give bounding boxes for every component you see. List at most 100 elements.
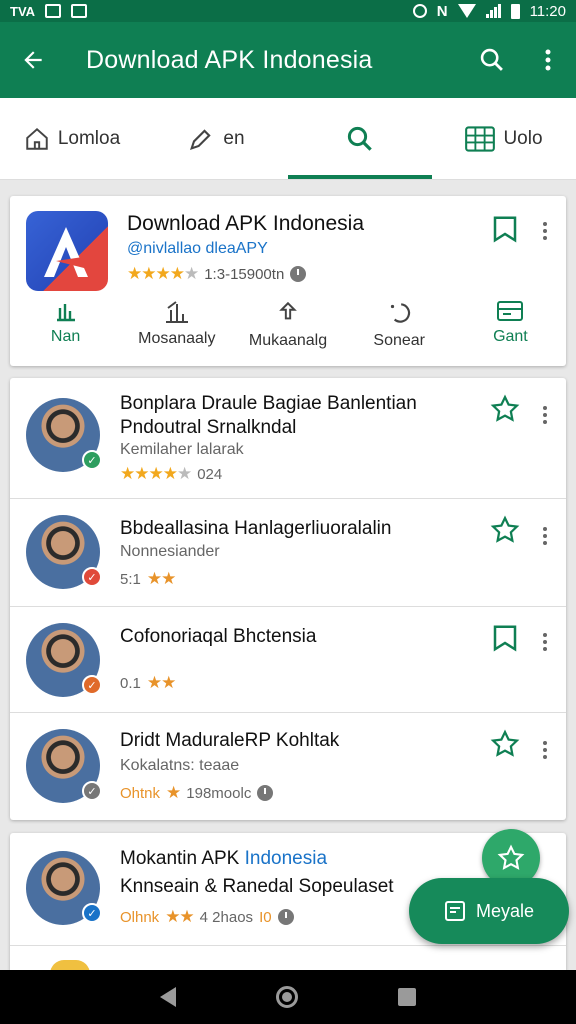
list-item-title: Cofonoriaqal Bhctensia bbox=[120, 626, 317, 647]
star-outline-icon bbox=[490, 394, 520, 422]
list-item-meta-text: 0.1 bbox=[120, 674, 141, 692]
action-gant[interactable]: Gant bbox=[455, 300, 566, 360]
app-list-card: ✓ Bonplara Draule Bagiae Banlentian Pndo… bbox=[10, 378, 566, 820]
avatar: ✓ bbox=[26, 729, 102, 803]
fab-label: Meyale bbox=[475, 900, 535, 921]
list-item-title-line2: Pndoutral Srnalkndal bbox=[120, 417, 297, 438]
favorite-button[interactable] bbox=[490, 515, 520, 550]
action-label: Mukaanalg bbox=[248, 332, 328, 349]
action-sonear[interactable]: Sonear bbox=[344, 300, 455, 360]
list-item[interactable]: ✓ Cofonoriaqal Bhctensia 0.1 ★★ bbox=[10, 607, 566, 713]
star-rating: ★★ bbox=[165, 907, 195, 926]
list-item-meta: Ohtnk ★ 198moolc bbox=[120, 783, 274, 803]
edit-icon bbox=[190, 128, 212, 150]
list-item-meta-text-3: I0 bbox=[259, 908, 272, 926]
list-item-meta-text: Olhnk bbox=[120, 908, 160, 926]
action-mosanaaly[interactable]: Mosanaaly bbox=[121, 300, 232, 360]
featured-app-card[interactable]: Download APK Indonesia @nivlallao dleaAP… bbox=[10, 196, 566, 366]
nav-home-icon[interactable] bbox=[276, 986, 298, 1008]
grid-icon bbox=[465, 125, 496, 152]
verified-badge-icon: ✓ bbox=[82, 675, 102, 695]
app-title: Download APK Indonesia bbox=[86, 45, 373, 74]
list-item[interactable]: ✓ Dridt MaduraleRP Kohltak Kokalatns: te… bbox=[10, 713, 566, 820]
card-icon bbox=[497, 301, 524, 321]
list-item-subtitle: Kemilaher lalarak bbox=[120, 441, 244, 458]
star-rating: ★★ bbox=[146, 569, 177, 588]
list-item-title: Mokantin APK Indonesia bbox=[120, 847, 327, 871]
list-item-more-button[interactable] bbox=[542, 527, 548, 545]
home-icon bbox=[26, 127, 48, 150]
tab-search[interactable] bbox=[288, 98, 432, 179]
status-label: TVA bbox=[10, 3, 36, 19]
action-nan[interactable]: Nan bbox=[10, 300, 121, 360]
list-item-partial bbox=[10, 946, 566, 974]
wifi-icon bbox=[457, 4, 476, 18]
action-label: Gant bbox=[493, 328, 528, 345]
tab-home[interactable]: Lomloa bbox=[0, 98, 144, 179]
extended-fab[interactable]: Meyale bbox=[409, 878, 569, 944]
favorite-button[interactable] bbox=[490, 394, 520, 429]
tab-grid-label: Uolo bbox=[503, 127, 543, 149]
app-bar: Download APK Indonesia bbox=[0, 22, 576, 98]
bookmark-button[interactable] bbox=[490, 623, 520, 658]
list-item-meta-text-2: 4 2haos bbox=[199, 908, 254, 926]
list-item-title: Bonplara Draule Bagiae Banlentian bbox=[120, 393, 417, 414]
star-rating: ★★★★★ bbox=[120, 464, 192, 483]
featured-more-button[interactable] bbox=[542, 222, 548, 240]
list-item-meta: ★★★★★ 024 bbox=[120, 464, 222, 484]
system-nav-bar bbox=[0, 970, 576, 1024]
avatar: ✓ bbox=[26, 851, 102, 925]
list-item[interactable]: ✓ Bonplara Draule Bagiae Banlentian Pndo… bbox=[10, 378, 566, 499]
list-item-more-button[interactable] bbox=[542, 406, 548, 424]
verified-badge-icon: ✓ bbox=[82, 781, 102, 801]
list-item-title-a: Mokantin APK bbox=[120, 848, 245, 869]
bookmark-icon bbox=[493, 216, 517, 243]
action-label: Sonear bbox=[373, 332, 425, 349]
more-vert-icon bbox=[545, 49, 551, 71]
list-item-title: Bbdeallasina Hanlagerliuoralalin bbox=[120, 518, 392, 539]
action-mukaanalg[interactable]: Mukaanalg bbox=[232, 300, 343, 360]
list-item-meta-text-2: 198moolc bbox=[186, 784, 252, 802]
search-icon bbox=[480, 48, 503, 71]
nav-back-icon[interactable] bbox=[160, 987, 176, 1007]
note-icon bbox=[444, 901, 465, 921]
signal-icon bbox=[485, 4, 501, 18]
avatar: ✓ bbox=[26, 623, 102, 697]
star-rating: ★★ bbox=[146, 673, 177, 692]
action-label: Nan bbox=[50, 328, 81, 345]
featured-subtitle[interactable]: @nivlallao dleaAPY bbox=[127, 240, 268, 258]
refresh-icon bbox=[391, 303, 411, 323]
tab-grid[interactable]: Uolo bbox=[432, 98, 576, 179]
verified-badge-icon: ✓ bbox=[82, 903, 102, 923]
back-button[interactable] bbox=[0, 22, 66, 98]
star-rating: ★★★★★ bbox=[127, 264, 199, 283]
tab-edit[interactable]: en bbox=[144, 98, 288, 179]
verified-badge-icon: ✓ bbox=[82, 450, 102, 470]
chart-icon bbox=[56, 304, 75, 322]
avatar: ✓ bbox=[26, 398, 102, 472]
tab-bar: Lomloa en Uolo bbox=[0, 98, 576, 180]
analytics-icon bbox=[165, 301, 188, 323]
app-logo-icon bbox=[26, 211, 108, 291]
list-item-subtitle: Kokalatns: teaae bbox=[120, 757, 240, 774]
star-outline-icon bbox=[490, 515, 520, 543]
star-edit-icon bbox=[497, 844, 525, 870]
favorite-button[interactable] bbox=[490, 729, 520, 764]
tab-home-label: Lomloa bbox=[57, 127, 121, 149]
list-item-more-button[interactable] bbox=[542, 741, 548, 759]
tab-edit-label: en bbox=[223, 127, 245, 149]
nav-recents-icon[interactable] bbox=[398, 988, 416, 1006]
list-item[interactable]: ✓ Bbdeallasina Hanlagerliuoralalin Nonne… bbox=[10, 499, 566, 607]
action-label: Mosanaaly bbox=[138, 330, 216, 347]
overflow-menu-button[interactable] bbox=[520, 22, 576, 98]
verified-badge-icon: ✓ bbox=[82, 567, 102, 587]
search-button[interactable] bbox=[464, 22, 520, 98]
list-item-more-button[interactable] bbox=[542, 633, 548, 651]
list-item-title: Dridt MaduraleRP Kohltak bbox=[120, 730, 340, 751]
list-item-meta: Olhnk ★★ 4 2haos I0 bbox=[120, 907, 294, 927]
list-item-title-line2: Knnseain & Ranedal Sopeulaset bbox=[120, 876, 394, 897]
nfc-icon: N bbox=[436, 2, 448, 20]
status-bar: TVA N 11:20 bbox=[0, 0, 576, 22]
list-item-meta-text: 5:1 bbox=[120, 570, 141, 588]
bookmark-button[interactable] bbox=[490, 214, 520, 249]
